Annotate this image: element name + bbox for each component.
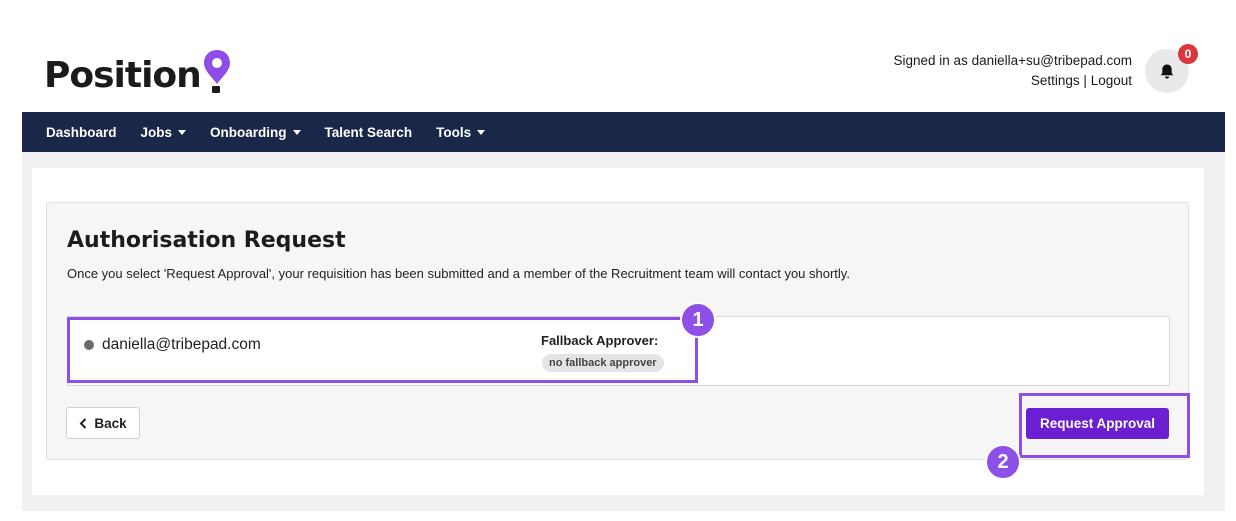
caret-down-icon (477, 129, 486, 135)
notification-count-badge: 0 (1178, 44, 1198, 64)
page-title: Authorisation Request (67, 228, 346, 253)
position-logo[interactable]: Position (44, 50, 232, 96)
nav-talent-search[interactable]: Talent Search (325, 125, 413, 140)
settings-link[interactable]: Settings (1031, 73, 1080, 88)
back-button-label: Back (94, 415, 127, 431)
caret-down-icon (178, 129, 187, 135)
page: Position Signed in as daniella+su@tribep… (0, 0, 1236, 521)
back-button[interactable]: Back (66, 407, 140, 439)
user-email: daniella+su@tribepad.com (971, 53, 1132, 68)
main-nav: Dashboard Jobs Onboarding Talent Search … (22, 112, 1225, 152)
logo-pin-icon (202, 50, 232, 96)
links-separator: | (1083, 73, 1087, 88)
chevron-left-icon (79, 417, 87, 429)
signed-in-line: Signed in as daniella+su@tribepad.com (893, 51, 1132, 71)
annotation-step-1: 1 (680, 302, 716, 338)
nav-jobs-label: Jobs (140, 124, 173, 140)
nav-talent-search-label: Talent Search (324, 124, 413, 140)
annotation-highlight-approver (67, 317, 698, 383)
account-links: Settings | Logout (893, 71, 1132, 91)
logout-link[interactable]: Logout (1091, 73, 1132, 88)
nav-tools[interactable]: Tools (436, 124, 486, 140)
nav-tools-label: Tools (436, 124, 472, 140)
nav-onboarding-label: Onboarding (210, 124, 287, 140)
user-area: Signed in as daniella+su@tribepad.com Se… (893, 51, 1132, 91)
signed-in-prefix: Signed in as (893, 53, 968, 68)
logo-text: Position (44, 55, 202, 96)
nav-dashboard-label: Dashboard (46, 124, 117, 140)
bell-icon (1160, 64, 1174, 79)
nav-dashboard[interactable]: Dashboard (46, 125, 117, 140)
nav-onboarding[interactable]: Onboarding (210, 125, 301, 140)
page-description: Once you select 'Request Approval', your… (67, 266, 850, 281)
annotation-step-2: 2 (985, 444, 1021, 480)
nav-jobs[interactable]: Jobs (141, 125, 187, 140)
header: Position Signed in as daniella+su@tribep… (0, 0, 1236, 112)
annotation-highlight-request (1019, 393, 1190, 458)
caret-down-icon (292, 129, 301, 135)
